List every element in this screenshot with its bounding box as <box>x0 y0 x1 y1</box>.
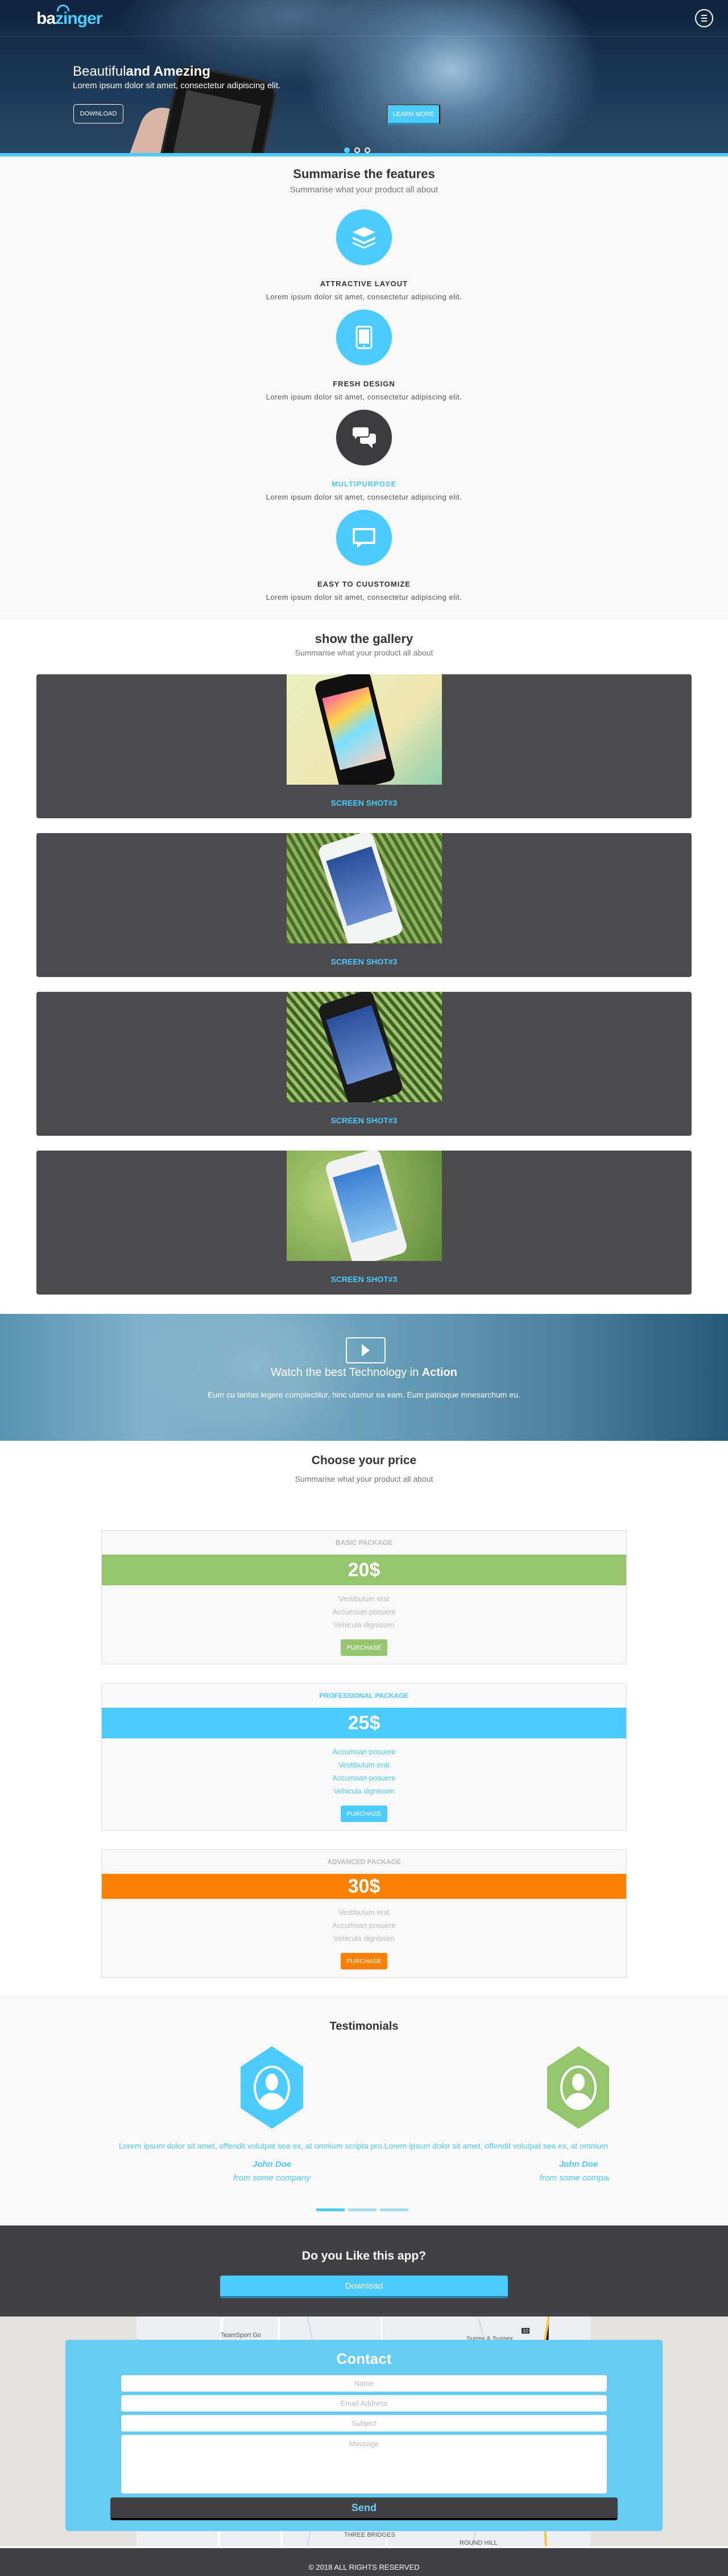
plan-name: ADVANCED PACKAGE <box>327 1858 401 1866</box>
chat-bubbles-icon <box>336 410 392 465</box>
testimonials-carousel[interactable]: Lorem ipsum dolor sit amet, offendit vol… <box>119 1997 609 2226</box>
plan-feature: Vehicula dignissim <box>333 1934 395 1943</box>
feature-text: Lorem ipsum dolor sit amet, consectetur … <box>266 292 462 301</box>
page-dot[interactable] <box>380 2208 408 2211</box>
screenshot-caption: SCREEN SHOT#3 <box>330 1275 398 1284</box>
slider-dot[interactable] <box>354 147 360 153</box>
gallery-card[interactable]: SCREEN SHOT#3 <box>36 1151 692 1295</box>
feature-text: Lorem ipsum dolor sit amet, consectetur … <box>266 393 462 401</box>
pricing-subtitle: Summarise what your product all about <box>295 1474 433 1483</box>
screenshot-image <box>287 992 442 1102</box>
avatar <box>241 2046 303 2129</box>
page-dot[interactable] <box>348 2208 377 2211</box>
feature-item: EASY TO CUUSTOMIZE Lorem ipsum dolor sit… <box>0 510 728 601</box>
hamburger-menu-icon[interactable] <box>695 9 713 27</box>
avatar <box>547 2046 609 2129</box>
screenshot-image <box>287 833 442 943</box>
plan-price: 30$ <box>102 1874 626 1899</box>
slider-dots <box>344 147 370 153</box>
slider-dot[interactable] <box>344 147 350 153</box>
video-section: Watch the best Technology in Action Eum … <box>0 1314 728 1441</box>
feature-title: ATTRACTIVE LAYOUT <box>320 279 408 288</box>
name-input[interactable] <box>121 2375 607 2392</box>
testimonial-name: John Doe <box>559 2159 598 2169</box>
cta-section: Do you Like this app? Download <box>0 2225 728 2317</box>
video-title: Watch the best Technology in Action <box>271 1366 457 1379</box>
email-input[interactable] <box>121 2395 607 2412</box>
gallery-card[interactable]: SCREEN SHOT#3 <box>36 674 692 818</box>
testimonial-name: John Doe <box>252 2159 292 2169</box>
testimonial-company: from some company <box>233 2173 311 2183</box>
section-subtitle: Summarise what your product all about <box>289 185 439 195</box>
subject-input[interactable] <box>121 2415 607 2431</box>
plan-name: PROFESSIONAL PACKAGE <box>319 1692 409 1700</box>
pricing-card-professional: PROFESSIONAL PACKAGE 25$ Accumsan posuer… <box>101 1683 627 1831</box>
slider-dot[interactable] <box>365 147 370 153</box>
plan-feature: Vestibulum erat <box>338 1761 390 1769</box>
plan-feature: Accumsan posuere <box>332 1774 396 1782</box>
gallery-card[interactable]: SCREEN SHOT#3 <box>36 992 692 1136</box>
gallery-title: show the gallery <box>315 632 413 646</box>
feature-title: FRESH DESIGN <box>333 380 395 388</box>
feature-text: Lorem ipsum dolor sit amet, consectetur … <box>266 493 462 501</box>
purchase-button[interactable]: PURCHASE <box>341 1953 387 1969</box>
screenshot-caption: SCREEN SHOT#3 <box>330 1116 398 1125</box>
feature-title: EASY TO CUUSTOMIZE <box>317 580 411 588</box>
download-button[interactable]: DOWNLOAD <box>73 104 123 123</box>
plan-feature: Accumsan posuere <box>332 1608 396 1616</box>
screenshot-image <box>287 674 442 785</box>
feature-text: Lorem ipsum dolor sit amet, consectetur … <box>266 593 462 601</box>
screenshot-image <box>287 1151 442 1261</box>
testimonial-company: from some company <box>540 2173 609 2183</box>
contact-form: Contact Send <box>65 2340 663 2531</box>
features-section: Summarise the features Summarise what yo… <box>0 156 728 619</box>
user-icon <box>560 2065 597 2110</box>
plan-feature: Accumsan posuere <box>332 1921 396 1930</box>
learn-more-button[interactable]: LEARN MORE <box>387 104 440 125</box>
message-icon <box>336 510 392 566</box>
plan-price: 25$ <box>102 1708 626 1738</box>
message-textarea[interactable] <box>121 2435 607 2493</box>
feature-title: MULTIPURPOSE <box>331 480 397 488</box>
plan-feature: Vestibulum erat <box>338 1908 390 1916</box>
pricing-card-advanced: ADVANCED PACKAGE 30$ Vestibulum erat Accu… <box>101 1849 627 1978</box>
video-text: Eum cu tantas legere complectitur, hinc … <box>208 1390 520 1399</box>
screenshot-caption: SCREEN SHOT#3 <box>330 798 398 807</box>
layers-icon <box>336 209 392 265</box>
footer: © 2018 ALL RIGHTS RESERVED <box>0 2546 728 2576</box>
purchase-button[interactable]: PURCHASE <box>341 1639 387 1656</box>
play-button-icon[interactable] <box>346 1337 386 1363</box>
user-icon <box>254 2065 290 2110</box>
hero-subtitle: Lorem ipsum dolor sit amet, consectetur … <box>73 81 281 90</box>
logo[interactable]: bazinger <box>36 9 102 28</box>
cta-title: Do you Like this app? <box>301 2249 427 2262</box>
section-title: Summarise the features <box>293 167 435 181</box>
download-app-button[interactable]: Download <box>220 2276 508 2298</box>
copyright-text: © 2018 ALL RIGHTS RESERVED <box>308 2563 420 2571</box>
gallery-subtitle: Summarise what your product all about <box>295 648 433 657</box>
screenshot-caption: SCREEN SHOT#3 <box>330 957 398 966</box>
contact-title: Contact <box>336 2350 392 2367</box>
feature-item: FRESH DESIGN Lorem ipsum dolor sit amet,… <box>0 310 728 401</box>
testimonial-text: Lorem ipsum dolor sit amet, offendit vol… <box>119 2141 609 2150</box>
send-button[interactable]: Send <box>110 2497 618 2520</box>
pricing-card-basic: BASIC PACKAGE 20$ Vestibulum erat Accumsa… <box>101 1530 627 1664</box>
plan-price: 20$ <box>102 1555 626 1585</box>
plan-feature: Vestibulum erat <box>338 1594 390 1603</box>
tablet-icon <box>336 310 392 365</box>
gallery-card[interactable]: SCREEN SHOT#3 <box>36 833 692 977</box>
purchase-button[interactable]: PURCHASE <box>341 1806 387 1822</box>
feature-item: MULTIPURPOSE Lorem ipsum dolor sit amet,… <box>0 410 728 501</box>
plan-feature: Vehicula dignissim <box>333 1621 395 1629</box>
plan-feature: Accumsan posuere <box>332 1747 396 1756</box>
plan-feature: Vehicula dignissim <box>333 1787 395 1795</box>
hero-title: Beautifuland Amezing <box>73 64 210 79</box>
plan-name: BASIC PACKAGE <box>336 1539 392 1547</box>
pricing-title: Choose your price <box>311 1454 417 1467</box>
page-dot[interactable] <box>316 2208 345 2211</box>
hero-section: bazinger Beautifuland Amezing Lorem ipsu… <box>0 0 728 156</box>
testimonials-section: Testimonials Lorem ipsum dolor sit amet,… <box>0 1996 728 2225</box>
feature-item: ATTRACTIVE LAYOUT Lorem ipsum dolor sit … <box>0 209 728 301</box>
carousel-pagination <box>316 2208 408 2211</box>
